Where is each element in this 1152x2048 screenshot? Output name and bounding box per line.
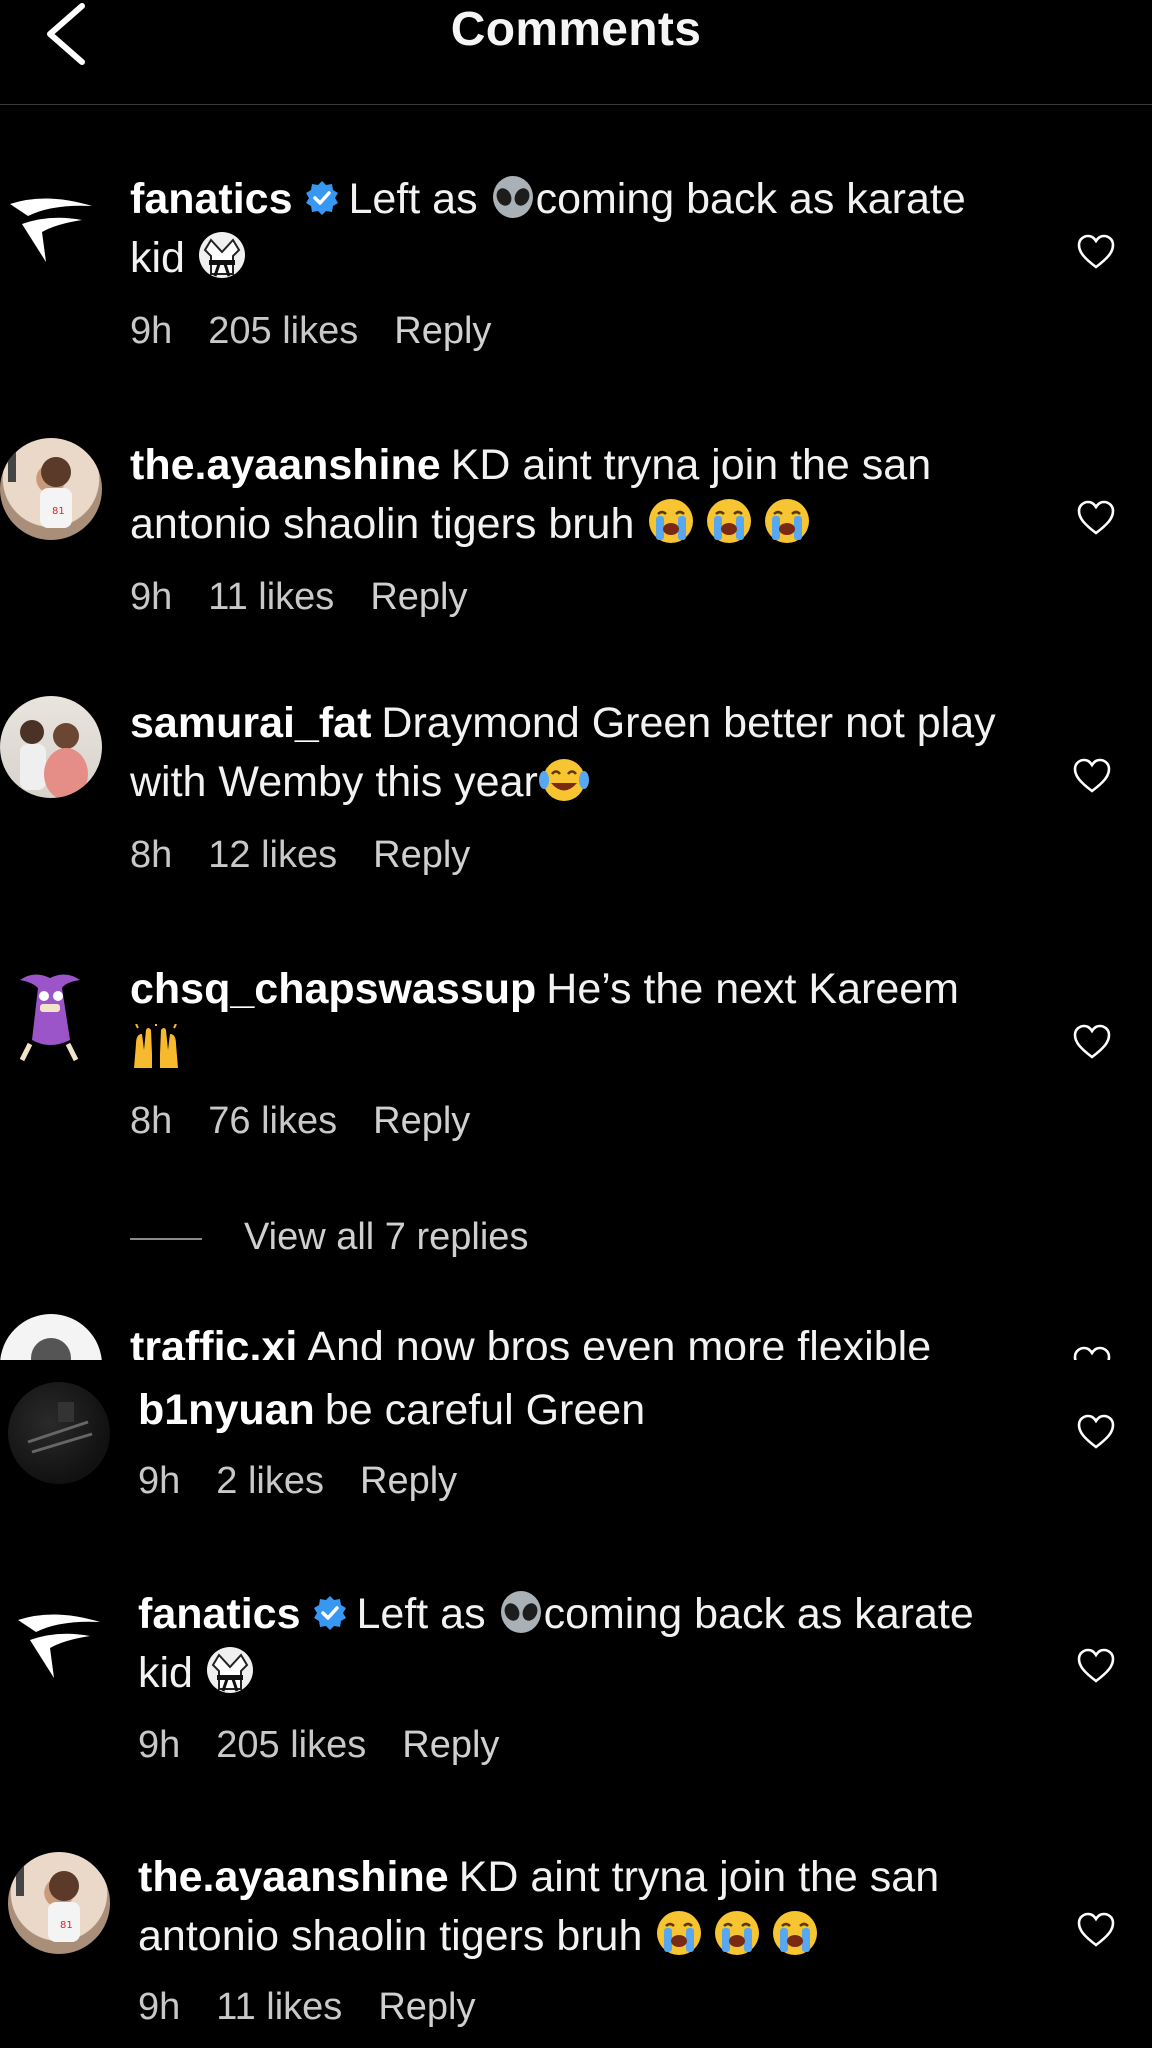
fanatics-logo-icon [18, 1614, 100, 1678]
reply-button[interactable]: Reply [373, 834, 470, 877]
reply-button[interactable]: Reply [402, 1724, 499, 1767]
martial-arts-uniform-icon [206, 1647, 253, 1693]
svg-text:81: 81 [60, 1920, 73, 1931]
comment-time: 9h [130, 310, 173, 352]
reply-button[interactable]: Reply [373, 1100, 470, 1143]
comment-body: And now bros even more flexible [307, 1323, 932, 1360]
raising-hands-icon [134, 1024, 178, 1068]
comment-username[interactable]: the.ayaanshine [130, 441, 441, 489]
comment-body: Left as [356, 1590, 486, 1638]
heart-outline-icon[interactable] [1076, 500, 1116, 536]
comment-body: He’s the next Kareem [546, 965, 959, 1013]
loudly-crying-face-icon [649, 499, 810, 543]
heart-outline-icon[interactable] [1072, 1024, 1112, 1060]
reply-button[interactable]: Reply [370, 576, 467, 619]
reply-button[interactable]: Reply [394, 310, 491, 353]
divider-line [130, 1237, 202, 1240]
avatar[interactable] [0, 696, 102, 798]
comment-time: 9h [138, 1986, 181, 2028]
alien-emoji-icon [492, 176, 533, 218]
heart-outline-icon[interactable] [1072, 1346, 1112, 1360]
heart-outline-icon[interactable] [1076, 1912, 1116, 1948]
comment-time: 8h [130, 834, 173, 876]
comment-username[interactable]: samurai_fat [130, 699, 371, 747]
like-count[interactable]: 2 likes [216, 1460, 324, 1503]
profile-photo-icon: 81 [16, 1866, 80, 1942]
comment-time: 9h [138, 1724, 181, 1766]
martial-arts-uniform-icon [198, 232, 245, 278]
like-count[interactable]: 76 likes [208, 1100, 337, 1143]
comment-item-cut: traffic.xi And now bros even more flexibl… [0, 1310, 1152, 1360]
like-count[interactable]: 11 likes [216, 1986, 342, 2029]
svg-text:81: 81 [52, 506, 65, 517]
comment-text: fanatics Left as coming back as karate k… [138, 1585, 1018, 1703]
comment-username[interactable]: b1nyuan [138, 1386, 315, 1434]
heart-outline-icon[interactable] [1076, 1648, 1116, 1684]
avatar[interactable] [10, 968, 90, 1064]
profile-photo-icon [20, 720, 88, 798]
comment-text: chsq_chapswassup He’s the next Kareem [130, 960, 1010, 1078]
comment-time: 9h [138, 1460, 181, 1502]
like-count[interactable]: 11 likes [208, 576, 334, 619]
comment-username[interactable]: chsq_chapswassup [130, 965, 536, 1013]
comment-meta: 8h 12 likes Reply [130, 834, 506, 877]
comment-body: be careful Green [324, 1386, 646, 1434]
header-bar: Comments [0, 0, 1152, 105]
avatar[interactable]: 81 [8, 1852, 110, 1954]
comment-meta: 9h 205 likes Reply [130, 310, 527, 353]
verified-badge-icon [313, 1596, 346, 1630]
comment-username[interactable]: fanatics [130, 175, 293, 223]
avatar[interactable]: 81 [0, 438, 102, 540]
avatar[interactable] [6, 190, 96, 270]
comment-text: fanatics Left as coming back as karate k… [130, 170, 1010, 288]
comment-username[interactable]: fanatics [138, 1590, 301, 1638]
comment-body: Left as [348, 175, 478, 223]
page-title: Comments [450, 3, 702, 56]
like-count[interactable]: 205 likes [208, 310, 358, 353]
comment-meta: 9h 205 likes Reply [138, 1724, 535, 1767]
reply-button[interactable]: Reply [360, 1460, 457, 1503]
like-count[interactable]: 205 likes [216, 1724, 366, 1767]
comment-text: the.ayaanshine KD aint tryna join the san… [138, 1848, 1018, 1966]
loudly-crying-face-icon [657, 1911, 818, 1955]
comment-username[interactable]: traffic.xi [130, 1323, 297, 1360]
verified-badge-icon [305, 181, 338, 215]
avatar[interactable] [0, 1314, 102, 1360]
reply-button[interactable]: Reply [378, 1986, 475, 2029]
fanatics-logo-icon [10, 198, 92, 262]
comment-meta: 8h 76 likes Reply [130, 1100, 506, 1143]
view-replies-label: View all 7 replies [244, 1216, 529, 1258]
comment-time: 8h [130, 1100, 173, 1142]
comment-text: samurai_fat Draymond Green better not pla… [130, 694, 1010, 812]
comment-text: the.ayaanshine KD aint tryna join the san… [130, 436, 1010, 554]
comment-meta: 9h 2 likes Reply [138, 1460, 493, 1503]
heart-outline-icon[interactable] [1076, 1414, 1116, 1450]
comment-text: traffic.xi And now bros even more flexibl… [130, 1318, 1010, 1360]
like-count[interactable]: 12 likes [208, 834, 337, 877]
default-avatar-icon [31, 1338, 71, 1360]
heart-outline-icon[interactable] [1076, 234, 1116, 270]
comment-meta: 9h 11 likes Reply [130, 576, 503, 619]
comment-text: b1nyuan be careful Green [138, 1381, 1018, 1440]
profile-photo-icon [27, 1402, 93, 1454]
comment-time: 9h [130, 576, 173, 618]
comment-meta: 9h 11 likes Reply [138, 1986, 511, 2029]
avatar[interactable] [8, 1382, 110, 1484]
avatar[interactable] [14, 1606, 104, 1686]
face-with-tears-of-joy-icon [538, 759, 589, 801]
view-replies-button[interactable]: View all 7 replies [130, 1216, 528, 1259]
comment-username[interactable]: the.ayaanshine [138, 1853, 449, 1901]
heart-outline-icon[interactable] [1072, 758, 1112, 794]
profile-photo-icon: 81 [8, 452, 72, 528]
cartoon-avatar-icon [19, 974, 80, 1062]
alien-emoji-icon [500, 1591, 541, 1633]
